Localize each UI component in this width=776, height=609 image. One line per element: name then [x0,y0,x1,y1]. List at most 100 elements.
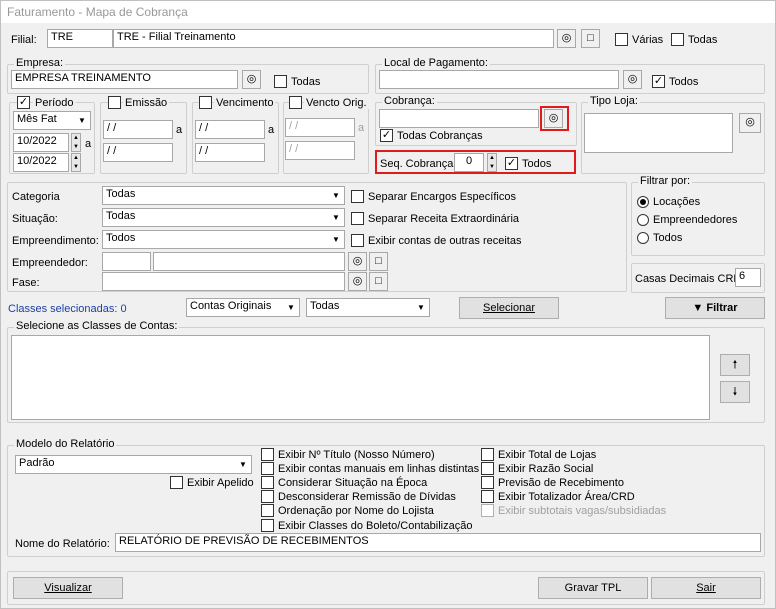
radio-todos-label: Todos [653,232,683,244]
chevron-down-icon: ▼ [328,187,344,204]
classes-filter-select[interactable]: Todas ▼ [306,298,430,317]
chevron-down-icon: ▼ [74,112,90,129]
new-doc-icon[interactable]: □ [369,272,388,291]
opt1-1-checkbox[interactable] [261,462,274,475]
cobranca-input[interactable] [379,109,539,128]
situacao-select[interactable]: Todas ▼ [102,208,345,227]
empresa-todas-label: Todas [291,76,321,88]
radio-empreendedores[interactable] [637,214,649,226]
opt2-3-checkbox[interactable] [481,490,494,503]
selecionar-button[interactable]: Selecionar [459,297,559,319]
exibir-apelido-checkbox[interactable] [170,476,183,489]
vencto-orig-checkbox[interactable] [289,96,302,109]
opt1-2-checkbox[interactable] [261,476,274,489]
casas-input[interactable]: 6 [735,268,761,287]
seq-cobranca-spinner[interactable]: ▲ ▼ [487,153,497,172]
empreendedor-code-input[interactable] [102,252,151,271]
vencto-orig-to-input[interactable]: / / [285,141,355,160]
binoculars-icon[interactable]: ◎ [557,29,576,48]
gravar-label: Gravar TPL [564,582,622,594]
opt2-4-checkbox[interactable] [481,504,494,517]
contas-select[interactable]: Contas Originais ▼ [186,298,300,317]
emissao-checkbox[interactable] [108,96,121,109]
opt2-1-checkbox[interactable] [481,462,494,475]
vencimento-to-input[interactable]: / / [195,143,265,162]
varias-checkbox[interactable] [615,33,628,46]
visualizar-label: Visualizar [44,582,92,594]
opt2-2-checkbox[interactable] [481,476,494,489]
opt1-5-checkbox[interactable] [261,519,274,532]
radio-todos[interactable] [637,232,649,244]
local-input[interactable] [379,70,619,89]
opt1-3-checkbox[interactable] [261,490,274,503]
exibir-contas-checkbox[interactable] [351,234,364,247]
visualizar-button[interactable]: Visualizar [13,577,123,599]
separar-encargos-label: Separar Encargos Específicos [368,191,516,203]
filial-label: Filial: [11,34,37,46]
vencimento-a-label: a [268,124,275,136]
seq-cobranca-input[interactable]: 0 [454,153,484,172]
vencto-orig-from-input[interactable]: / / [285,118,355,137]
empreendimento-select[interactable]: Todos ▼ [102,230,345,249]
classes-list[interactable] [11,335,710,420]
periodo-to-spinner[interactable]: ▲ ▼ [71,153,81,172]
radio-empreendedores-label: Empreendedores [653,214,738,226]
binoculars-icon[interactable]: ◎ [348,252,367,271]
binoculars-icon[interactable]: ◎ [348,272,367,291]
periodo-checkbox[interactable]: ✓ [17,96,30,109]
modelo-select[interactable]: Padrão ▼ [15,455,252,474]
categoria-value: Todas [106,188,136,200]
opt1-4-checkbox[interactable] [261,504,274,517]
tipo-loja-list[interactable] [584,113,733,153]
binoculars-icon[interactable]: ◎ [242,70,261,89]
periodo-from-input[interactable]: 10/2022 [13,133,69,152]
sair-button[interactable]: Sair [651,577,761,599]
fase-input[interactable] [102,272,345,291]
opt2-1-label: Exibir Razão Social [498,463,594,475]
sair-label: Sair [696,582,716,594]
empresa-input[interactable]: EMPRESA TREINAMENTO [11,70,238,89]
new-doc-icon[interactable]: □ [369,252,388,271]
chevron-down-icon: ▼ [413,299,429,316]
arrow-up-icon[interactable]: 🠕 [720,354,750,376]
separar-receita-label: Separar Receita Extraordinária [368,213,520,225]
nome-relatorio-input[interactable]: RELATÓRIO DE PREVISÃO DE RECEBIMENTOS [115,533,761,552]
periodo-to-input[interactable]: 10/2022 [13,153,69,172]
exibir-apelido-label: Exibir Apelido [187,477,254,489]
separar-receita-checkbox[interactable] [351,212,364,225]
empresa-todas-checkbox[interactable] [274,75,287,88]
binoculars-icon[interactable]: ◎ [623,70,642,89]
filtrar-button[interactable]: ▼ Filtrar [665,297,765,319]
opt2-0-checkbox[interactable] [481,448,494,461]
periodo-type-select[interactable]: Mês Fat ▼ [13,111,91,130]
periodo-type-value: Mês Fat [17,113,57,125]
opt1-0-checkbox[interactable] [261,448,274,461]
opt1-1-label: Exibir contas manuais em linhas distinta… [278,463,480,475]
seq-todos-checkbox[interactable]: ✓ [505,157,518,170]
radio-locacoes[interactable] [637,196,649,208]
categoria-label: Categoria [12,191,60,203]
vencimento-checkbox[interactable] [199,96,212,109]
emissao-to-input[interactable]: / / [103,143,173,162]
emissao-label: Emissão [123,97,170,109]
periodo-a-label: a [85,138,92,150]
periodo-from-spinner[interactable]: ▲ ▼ [71,133,81,152]
filial-name-input[interactable]: TRE - Filial Treinamento [113,29,554,48]
todas-cobrancas-checkbox[interactable]: ✓ [380,129,393,142]
local-group-label: Local de Pagamento: [382,57,490,69]
local-todos-checkbox[interactable]: ✓ [652,75,665,88]
vencimento-from-input[interactable]: / / [195,120,265,139]
emissao-from-input[interactable]: / / [103,120,173,139]
empreendedor-name-input[interactable] [153,252,345,271]
nome-relatorio-label: Nome do Relatório: [15,538,110,550]
separar-encargos-checkbox[interactable] [351,190,364,203]
binoculars-icon[interactable]: ◎ [739,113,761,133]
filial-todas-checkbox[interactable] [671,33,684,46]
fase-label: Fase: [12,277,40,289]
arrow-down-icon[interactable]: 🠗 [720,381,750,403]
categoria-select[interactable]: Todas ▼ [102,186,345,205]
filial-code-input[interactable]: TRE [47,29,113,48]
contas-value: Contas Originais [190,300,272,312]
gravar-tpl-button[interactable]: Gravar TPL [538,577,648,599]
new-doc-icon[interactable]: □ [581,29,600,48]
